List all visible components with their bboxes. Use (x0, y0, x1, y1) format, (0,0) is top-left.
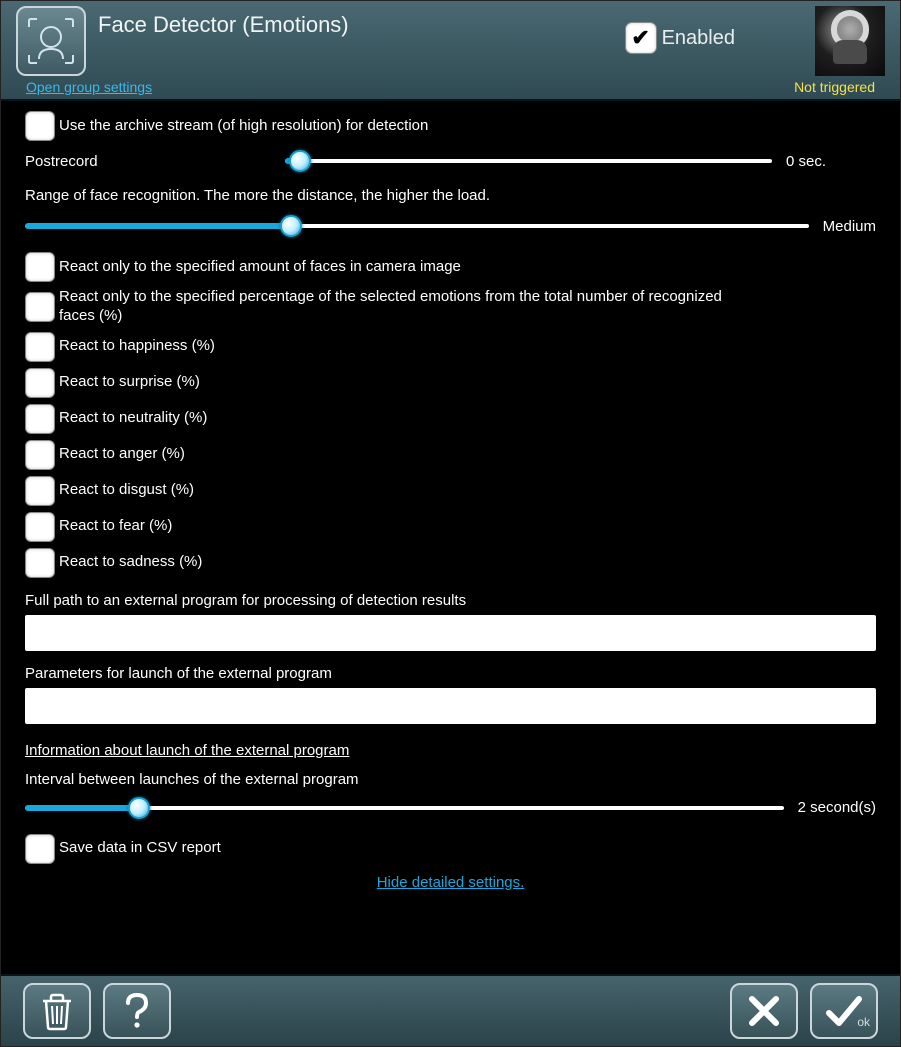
react-neutrality-label: React to neutrality (%) (59, 409, 207, 428)
ok-button[interactable]: ok (810, 983, 878, 1039)
ok-label: ok (857, 1015, 870, 1029)
preview-thumbnail (815, 6, 885, 76)
react-surprise-label: React to surprise (%) (59, 373, 200, 392)
ext-info-link[interactable]: Information about launch of the external… (25, 742, 349, 759)
delete-button[interactable] (23, 983, 91, 1039)
react-anger-checkbox[interactable] (25, 440, 55, 470)
enabled-checkbox[interactable]: ✔ (625, 22, 657, 54)
react-amount-label: React only to the specified amount of fa… (59, 258, 461, 277)
hide-settings-link[interactable]: Hide detailed settings. (25, 874, 876, 891)
archive-stream-label: Use the archive stream (of high resoluti… (59, 117, 428, 136)
trigger-status: Not triggered (794, 79, 875, 95)
interval-label: Interval between launches of the externa… (25, 771, 876, 788)
react-fear-label: React to fear (%) (59, 517, 172, 536)
react-percent-checkbox[interactable] (25, 292, 55, 322)
react-sadness-checkbox[interactable] (25, 548, 55, 578)
interval-value: 2 second(s) (798, 799, 876, 816)
react-disgust-label: React to disgust (%) (59, 481, 194, 500)
postrecord-slider[interactable] (285, 149, 772, 173)
trash-icon (39, 991, 75, 1031)
open-group-settings-link[interactable]: Open group settings (26, 79, 152, 95)
react-amount-checkbox[interactable] (25, 252, 55, 282)
cancel-button[interactable] (730, 983, 798, 1039)
react-surprise-checkbox[interactable] (25, 368, 55, 398)
ext-path-input[interactable] (25, 615, 876, 651)
checkmark-icon: ✔ (631, 25, 649, 51)
header-bar: Face Detector (Emotions) ✔ Enabled Open … (1, 1, 900, 101)
settings-panel: Face Detector (Emotions) ✔ Enabled Open … (0, 0, 901, 1047)
react-neutrality-checkbox[interactable] (25, 404, 55, 434)
close-icon (746, 993, 782, 1029)
react-happiness-checkbox[interactable] (25, 332, 55, 362)
footer-bar: ok (1, 974, 900, 1046)
content-area: Use the archive stream (of high resoluti… (1, 101, 900, 974)
range-description: Range of face recognition. The more the … (25, 187, 876, 204)
help-button[interactable] (103, 983, 171, 1039)
react-fear-checkbox[interactable] (25, 512, 55, 542)
react-percent-label: React only to the specified percentage o… (59, 288, 759, 326)
range-slider[interactable] (25, 214, 809, 238)
interval-slider[interactable] (25, 796, 784, 820)
enabled-label: Enabled (662, 27, 735, 50)
ext-params-input[interactable] (25, 688, 876, 724)
csv-checkbox[interactable] (25, 834, 55, 864)
react-sadness-label: React to sadness (%) (59, 553, 202, 572)
react-disgust-checkbox[interactable] (25, 476, 55, 506)
react-anger-label: React to anger (%) (59, 445, 185, 464)
postrecord-label: Postrecord (25, 153, 285, 170)
face-detector-icon (16, 6, 86, 76)
range-value: Medium (823, 218, 876, 235)
question-icon (119, 991, 155, 1031)
page-title: Face Detector (Emotions) (98, 12, 625, 38)
react-happiness-label: React to happiness (%) (59, 337, 215, 356)
ext-params-label: Parameters for launch of the external pr… (25, 665, 876, 682)
csv-label: Save data in CSV report (59, 839, 221, 858)
archive-stream-checkbox[interactable] (25, 111, 55, 141)
ext-path-label: Full path to an external program for pro… (25, 592, 876, 609)
postrecord-value: 0 sec. (786, 153, 876, 170)
